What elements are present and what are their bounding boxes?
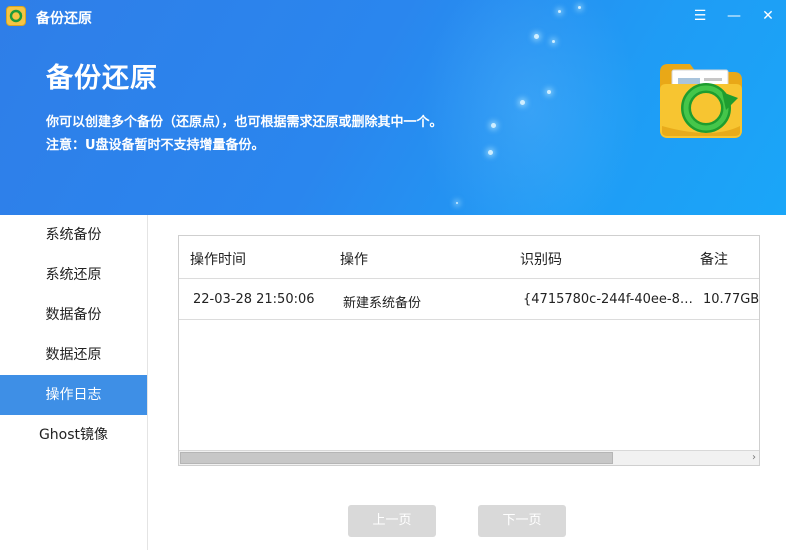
cell-time: 22-03-28 21:50:06: [193, 292, 315, 307]
window-title: 备份还原: [36, 11, 92, 27]
star-decoration: [456, 202, 458, 204]
table-row[interactable]: 22-03-28 21:50:06 新建系统备份 {4715780c-244f-…: [179, 279, 759, 320]
star-decoration: [491, 123, 496, 128]
scroll-right-arrow-icon[interactable]: ›: [752, 451, 756, 465]
minimize-button[interactable]: —: [723, 6, 745, 26]
star-decoration: [520, 100, 525, 105]
cell-note: 10.77GB: [703, 292, 760, 307]
cell-operation: 新建系统备份: [343, 296, 422, 311]
column-header-id[interactable]: 识别码: [520, 249, 562, 269]
star-decoration: [578, 6, 581, 9]
sidebar-item-system-restore[interactable]: 系统还原: [0, 255, 147, 295]
cell-id: {4715780c-244f-40ee-8…: [523, 292, 693, 307]
sidebar-item-system-backup[interactable]: 系统备份: [0, 215, 147, 255]
sidebar: 系统备份 系统还原 数据备份 数据还原 操作日志 Ghost镜像: [0, 215, 148, 550]
menu-icon[interactable]: ☰: [689, 6, 711, 26]
sidebar-item-data-backup[interactable]: 数据备份: [0, 295, 147, 335]
star-decoration: [534, 34, 539, 39]
header-glow: [420, 0, 640, 215]
sidebar-item-operation-log[interactable]: 操作日志: [0, 375, 147, 415]
star-decoration: [547, 90, 551, 94]
column-header-operation[interactable]: 操作: [340, 249, 368, 269]
column-header-time[interactable]: 操作时间: [190, 249, 246, 269]
close-button[interactable]: ✕: [757, 6, 779, 26]
notice-text: 注意：U盘设备暂时不支持增量备份。: [46, 138, 265, 153]
backup-restore-logo-icon: [652, 50, 748, 146]
table-header: 操作时间 操作 识别码 备注: [179, 236, 759, 279]
star-decoration: [488, 150, 493, 155]
prev-page-button[interactable]: 上一页: [348, 505, 436, 537]
description-text: 你可以创建多个备份（还原点），也可根据需求还原或删除其中一个。: [46, 115, 443, 130]
star-decoration: [558, 10, 561, 13]
app-icon: [6, 6, 26, 26]
scrollbar-thumb[interactable]: [180, 452, 613, 464]
next-page-button[interactable]: 下一页: [478, 505, 566, 537]
page-title: 备份还原: [46, 63, 158, 94]
horizontal-scrollbar[interactable]: ›: [179, 450, 759, 465]
star-decoration: [552, 40, 555, 43]
sidebar-item-data-restore[interactable]: 数据还原: [0, 335, 147, 375]
sidebar-item-ghost-image[interactable]: Ghost镜像: [0, 415, 147, 455]
header-banner: 备份还原 ☰ — ✕ 备份还原 你可以创建多个备份（还原点），也可根据需求还原或…: [0, 0, 786, 215]
column-header-note[interactable]: 备注: [700, 249, 728, 269]
log-table: 操作时间 操作 识别码 备注 22-03-28 21:50:06 新建系统备份 …: [178, 235, 760, 466]
